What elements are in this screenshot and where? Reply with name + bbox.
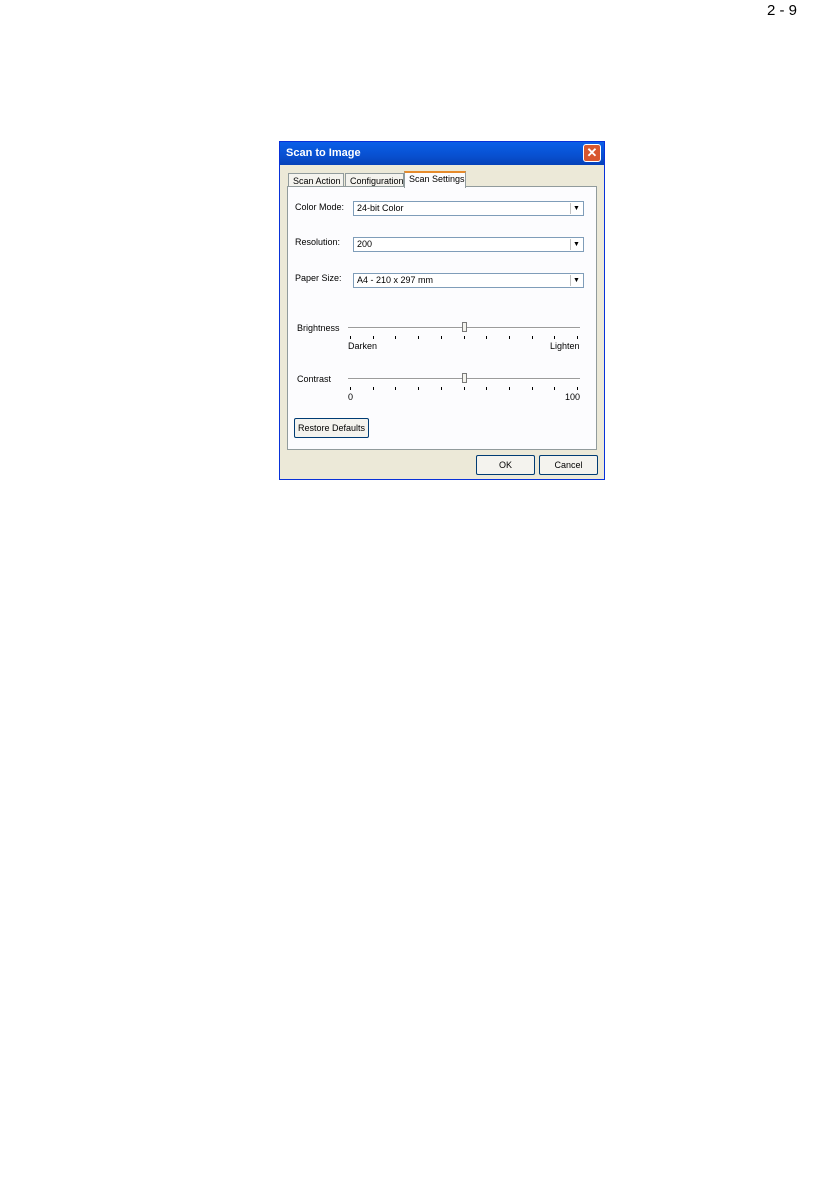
close-icon: ✕ <box>586 145 598 160</box>
dialog-title: Scan to Image <box>286 147 361 159</box>
slider-tick <box>350 387 351 390</box>
contrast-slider[interactable] <box>348 372 580 394</box>
scan-settings-panel: Color Mode: 24-bit Color ▼ Resolution: 2… <box>287 186 597 450</box>
contrast-max-label: 100 <box>565 392 581 402</box>
color-mode-select[interactable]: 24-bit Color ▼ <box>353 201 584 216</box>
slider-tick <box>464 336 465 339</box>
slider-tick <box>486 387 487 390</box>
title-bar[interactable]: Scan to Image ✕ <box>280 142 604 165</box>
slider-tick <box>532 387 533 390</box>
slider-tick <box>373 387 374 390</box>
resolution-select[interactable]: 200 ▼ <box>353 237 584 252</box>
slider-tick <box>554 336 555 339</box>
paper-size-label: Paper Size: <box>295 273 342 283</box>
cancel-button[interactable]: Cancel <box>539 455 598 475</box>
slider-thumb[interactable] <box>462 373 467 383</box>
slider-thumb[interactable] <box>462 322 467 332</box>
slider-tick <box>350 336 351 339</box>
slider-tick <box>577 387 578 390</box>
slider-tick <box>554 387 555 390</box>
ok-button[interactable]: OK <box>476 455 535 475</box>
paper-size-select[interactable]: A4 - 210 x 297 mm ▼ <box>353 273 584 288</box>
slider-tick <box>577 336 578 339</box>
paper-size-value: A4 - 210 x 297 mm <box>357 275 434 285</box>
brightness-slider[interactable] <box>348 321 580 343</box>
chevron-down-icon[interactable]: ▼ <box>570 239 582 250</box>
slider-tick <box>532 336 533 339</box>
slider-tick <box>373 336 374 339</box>
slider-tick <box>509 336 510 339</box>
close-button[interactable]: ✕ <box>583 144 601 162</box>
tab-configuration[interactable]: Configuration <box>345 173 404 187</box>
scan-to-image-dialog: Scan to Image ✕ Scan Action Configuratio… <box>279 141 605 480</box>
page-number: 2 - 9 <box>767 2 798 19</box>
brightness-label: Brightness <box>297 323 340 333</box>
slider-tick <box>418 336 419 339</box>
slider-tick <box>464 387 465 390</box>
slider-tick <box>509 387 510 390</box>
brightness-max-label: Lighten <box>550 341 580 351</box>
chevron-down-icon[interactable]: ▼ <box>570 275 582 286</box>
contrast-min-label: 0 <box>348 392 354 402</box>
resolution-label: Resolution: <box>295 237 341 247</box>
slider-tick <box>486 336 487 339</box>
chevron-down-icon[interactable]: ▼ <box>570 203 582 214</box>
slider-tick <box>418 387 419 390</box>
restore-defaults-button[interactable]: Restore Defaults <box>294 418 369 438</box>
tab-scan-action[interactable]: Scan Action <box>288 173 344 187</box>
color-mode-value: 24-bit Color <box>357 203 404 213</box>
slider-tick <box>441 336 442 339</box>
contrast-label: Contrast <box>297 374 332 384</box>
brightness-min-label: Darken <box>348 341 378 351</box>
slider-tick <box>395 387 396 390</box>
tab-scan-settings[interactable]: Scan Settings <box>404 171 466 188</box>
resolution-value: 200 <box>357 239 373 249</box>
color-mode-label: Color Mode: <box>295 202 345 212</box>
slider-tick <box>441 387 442 390</box>
slider-tick <box>395 336 396 339</box>
